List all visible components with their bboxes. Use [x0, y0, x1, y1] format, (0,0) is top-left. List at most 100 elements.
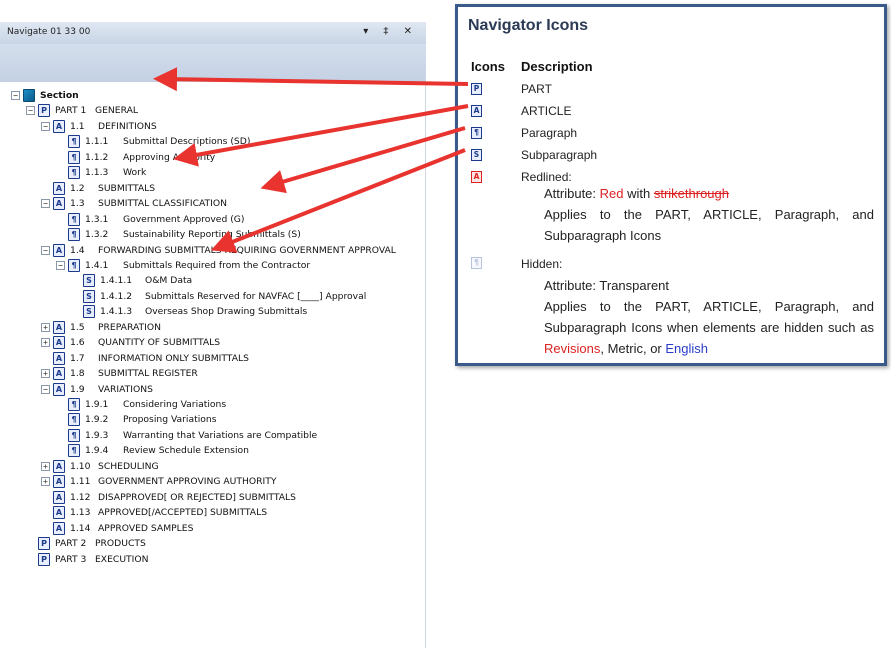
tree-row-number: 1.2	[70, 182, 85, 194]
collapse-toggle[interactable]: −	[41, 245, 50, 255]
redlined-attribute: Attribute: Red with strikethrough	[544, 186, 729, 201]
legend-title: Navigator Icons	[468, 17, 589, 34]
tree-row-label: Sustainability Reporting Submittals (S)	[123, 229, 301, 241]
tree-row[interactable]: + A 1.6 QUANTITY OF SUBMITTALS	[41, 335, 220, 350]
panel-titlebar: Navigate 01 33 00 ▾ ‡ ✕	[0, 22, 426, 44]
paragraph-icon: ¶	[68, 228, 80, 242]
tree-row[interactable]: − A 1.4 FORWARDING SUBMITTALS REQUIRING GOV…	[41, 243, 396, 258]
tree-row[interactable]: A 1.2 SUBMITTALS	[41, 181, 155, 196]
tree-row[interactable]: − ¶ 1.4.1 Submittals Required from the Cont…	[56, 258, 310, 273]
paragraph-icon: ¶	[68, 428, 80, 442]
article-icon: A	[53, 320, 65, 334]
tree-row[interactable]: P PART 3 EXECUTION	[26, 552, 148, 567]
tree-row-number: 1.9.1	[85, 399, 109, 410]
tree-row-number: 1.13	[70, 507, 91, 519]
expand-toggle[interactable]: +	[41, 338, 50, 348]
panel-toolstrip	[0, 44, 426, 82]
tree-row[interactable]: ¶ 1.9.2 Proposing Variations	[56, 412, 217, 427]
tree-row-label: GENERAL	[95, 105, 139, 117]
tree-row[interactable]: − A 1.9 VARIATIONS	[41, 382, 153, 397]
tree-row-label: Approving Authority	[123, 151, 216, 163]
tree-row-label: INFORMATION ONLY SUBMITTALS	[98, 352, 249, 364]
tree-row-label: DISAPPROVED[ OR REJECTED] SUBMITTALS	[98, 491, 297, 503]
expand-toggle[interactable]: +	[41, 322, 50, 332]
tree-row[interactable]: + A 1.10 SCHEDULING	[41, 459, 159, 474]
panel-controls[interactable]: ▾ ‡ ✕	[363, 26, 418, 37]
collapse-toggle[interactable]: −	[41, 121, 50, 131]
tree-row-number: 1.9.3	[85, 429, 109, 441]
tree-row[interactable]: + A 1.5 PREPARATION	[41, 320, 161, 335]
tree-row[interactable]: A 1.7 INFORMATION ONLY SUBMITTALS	[41, 351, 249, 366]
legend-col-icons: Icons	[471, 59, 505, 74]
panel-title: Navigate 01 33 00	[7, 27, 91, 37]
tree-row[interactable]: ¶ 1.9.4 Review Schedule Extension	[56, 443, 249, 458]
tree-row-label: Considering Variations	[123, 399, 227, 410]
tree-row[interactable]: A 1.12 DISAPPROVED[ OR REJECTED] SUBMITTAL…	[41, 490, 296, 505]
subparagraph-icon: S	[83, 274, 95, 288]
tree-row[interactable]: S 1.4.1.2 Submittals Reserved for NAVFAC […	[71, 289, 366, 304]
tree-row[interactable]: − Section	[11, 88, 79, 103]
paragraph-icon: ¶	[68, 150, 80, 164]
tree-row-number: 1.1.3	[85, 167, 109, 179]
redlined-icon: A	[471, 171, 482, 183]
article-icon: A	[53, 351, 65, 365]
tree-row[interactable]: ¶ 1.3.1 Government Approved (G)	[56, 212, 245, 227]
tree-row[interactable]: ¶ 1.9.3 Warranting that Variations are Com…	[56, 428, 317, 443]
tree-row-number: 1.4.1	[85, 259, 109, 271]
part-icon: P	[38, 552, 50, 566]
tree-row[interactable]: − P PART 1 GENERAL	[26, 103, 138, 118]
tree-row-label: Submittals Reserved for NAVFAC [____] Ap…	[145, 290, 367, 302]
tree-row-number: PART 2	[55, 538, 87, 550]
tree-row-number: 1.14	[70, 522, 91, 534]
tree-row-number: 1.6	[70, 337, 85, 349]
paragraph-icon: ¶	[68, 166, 80, 180]
tree-row-number: 1.4	[70, 244, 85, 256]
tree-row[interactable]: − A 1.1 DEFINITIONS	[41, 119, 157, 134]
paragraph-icon: ¶	[68, 135, 80, 149]
tree-row-number: 1.1.1	[85, 136, 109, 148]
paragraph-icon: ¶	[68, 444, 80, 458]
collapse-toggle[interactable]: −	[56, 260, 65, 270]
tree-row[interactable]: ¶ 1.3.2 Sustainability Reporting Submittal…	[56, 227, 301, 242]
collapse-toggle[interactable]: −	[41, 384, 50, 394]
tree-row-label: Review Schedule Extension	[123, 445, 249, 457]
expand-toggle[interactable]: +	[41, 369, 50, 379]
part-icon: P	[471, 83, 482, 95]
tree-row-number: 1.4.1.3	[100, 306, 133, 318]
tree-row[interactable]: S 1.4.1.1 O&M Data	[71, 273, 192, 288]
tree-row[interactable]: P PART 2 PRODUCTS	[26, 536, 146, 551]
tree-row[interactable]: S 1.4.1.3 Overseas Shop Drawing Submittals	[71, 304, 307, 319]
collapse-toggle[interactable]: −	[11, 91, 20, 100]
collapse-toggle[interactable]: −	[41, 199, 50, 209]
legend-item-label: Paragraph	[521, 126, 578, 140]
navigator-icons-legend: Navigator Icons Icons Description P PART A…	[455, 4, 887, 366]
article-icon: A	[53, 459, 65, 473]
tree-row-label: DEFINITIONS	[98, 120, 157, 132]
article-icon: A	[53, 197, 65, 211]
tree-row[interactable]: ¶ 1.1.3 Work	[56, 165, 146, 180]
tree-row[interactable]: A 1.14 APPROVED SAMPLES	[41, 521, 193, 536]
expand-toggle[interactable]: +	[41, 477, 50, 487]
tree-row[interactable]: − A 1.3 SUBMITTAL CLASSIFICATION	[41, 196, 227, 211]
tree-row-label: FORWARDING SUBMITTALS REQUIRING GOVERNME…	[98, 244, 396, 256]
collapse-toggle[interactable]: −	[26, 106, 35, 116]
tree-row-label: Government Approved (G)	[123, 213, 245, 225]
tree-row[interactable]: ¶ 1.1.2 Approving Authority	[56, 150, 215, 165]
legend-item-label: PART	[521, 82, 552, 96]
tree-row-number: 1.5	[70, 321, 85, 333]
tree-row-number: 1.4.1.1	[100, 275, 133, 287]
article-icon: A	[53, 490, 65, 504]
tree-row[interactable]: A 1.13 APPROVED[/ACCEPTED] SUBMITTALS	[41, 505, 267, 520]
part-icon: P	[38, 104, 50, 118]
tree-row[interactable]: ¶ 1.9.1 Considering Variations	[56, 397, 226, 412]
tree-row[interactable]: + A 1.11 GOVERNMENT APPROVING AUTHORITY	[41, 474, 276, 489]
article-icon: A	[53, 506, 65, 520]
tree-row[interactable]: ¶ 1.1.1 Submittal Descriptions (SD)	[56, 134, 250, 149]
tree-row-label: APPROVED[/ACCEPTED] SUBMITTALS	[98, 507, 268, 519]
tree-row-label: Overseas Shop Drawing Submittals	[145, 306, 308, 318]
expand-toggle[interactable]: +	[41, 461, 50, 471]
paragraph-icon: ¶	[471, 127, 482, 139]
tree-row-label: Warranting that Variations are Compatibl…	[123, 429, 318, 441]
tree-row[interactable]: + A 1.8 SUBMITTAL REGISTER	[41, 366, 198, 381]
redlined-applies: Applies to the PART, ARTICLE, Paragraph,…	[544, 207, 874, 243]
